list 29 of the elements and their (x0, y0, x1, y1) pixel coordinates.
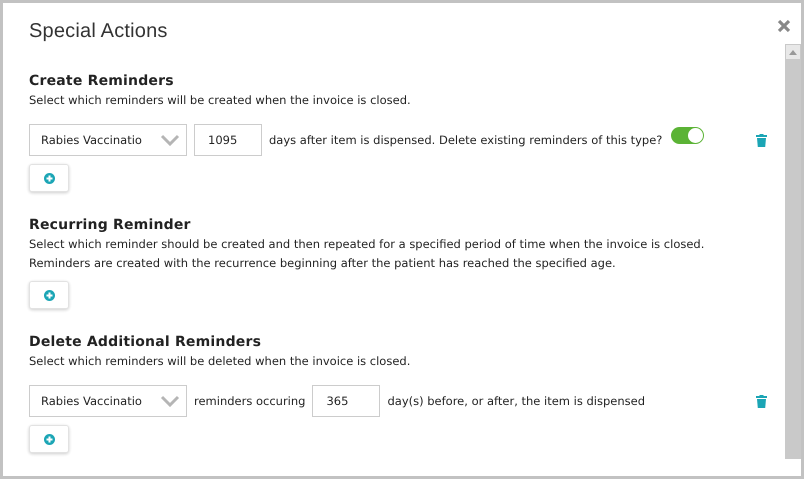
scroll-up-icon[interactable] (789, 50, 797, 54)
section-heading: Create Reminders (29, 73, 175, 89)
toggle-switch[interactable] (671, 127, 704, 144)
plus-circle-icon (44, 172, 54, 184)
reminder-dropdown[interactable]: Rabies Vaccinatio (29, 124, 187, 156)
days-input[interactable]: 365 (312, 385, 380, 417)
section-heading: Recurring Reminder (29, 217, 192, 233)
section-description: Select which reminder should be created and then repeated for a specified period of time when the invoice is closed. (29, 236, 706, 253)
close-icon[interactable] (777, 19, 791, 33)
row-text: days after item is dispensed. Delete existing reminders of this type? (269, 133, 662, 147)
section-heading: Delete Additional Reminders (29, 334, 262, 350)
row-text: reminders occuring (194, 394, 306, 408)
dialog-title: Special Actions (29, 20, 168, 43)
add-button[interactable] (29, 164, 69, 192)
add-button[interactable] (29, 425, 69, 453)
chevron-down-icon (160, 395, 180, 407)
scrollbar[interactable] (785, 44, 801, 459)
add-button[interactable] (29, 281, 69, 309)
plus-circle-icon (44, 290, 54, 300)
reminder-dropdown[interactable]: Rabies Vaccinatio (29, 385, 187, 417)
plus-circle-icon (44, 434, 54, 444)
section-description: Select which reminders will be created when the invoice is closed. (29, 92, 412, 109)
days-input[interactable]: 1095 (194, 124, 262, 156)
section-description: Reminders are created with the recurrence beginning after the patient has reached the specified age. (29, 255, 617, 272)
row-text: day(s) before, or after, the item is dispensed (387, 394, 646, 408)
trash-icon[interactable] (756, 134, 767, 146)
trash-icon[interactable] (756, 394, 767, 408)
chevron-down-icon (160, 134, 180, 146)
section-description: Select which reminders will be deleted when the invoice is closed. (29, 353, 412, 370)
